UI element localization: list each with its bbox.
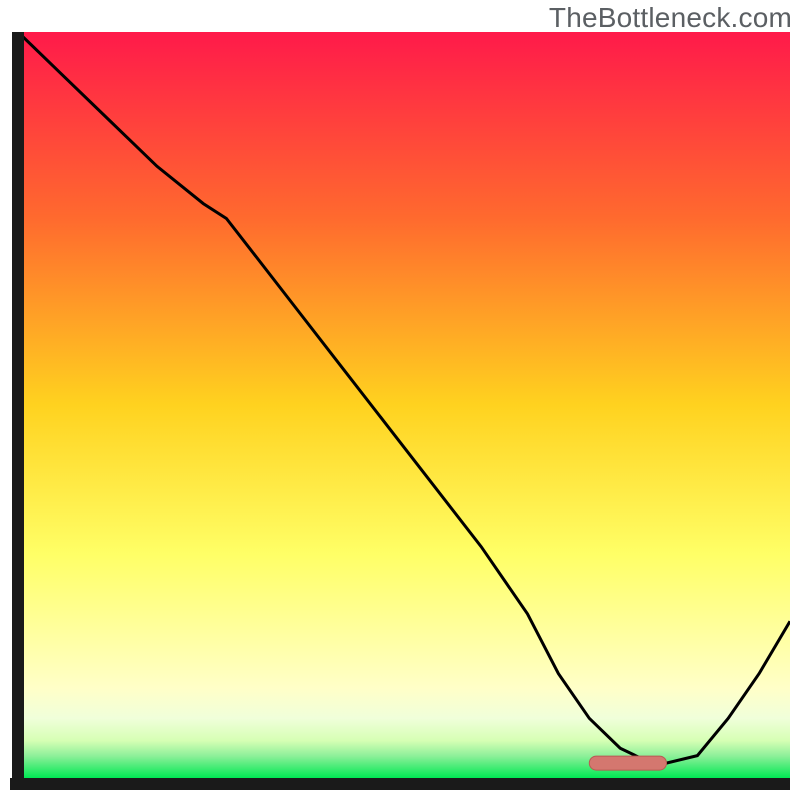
bottleneck-chart: TheBottleneck.com <box>0 0 800 800</box>
optimum-marker <box>589 756 666 770</box>
watermark-text: TheBottleneck.com <box>549 2 792 34</box>
chart-svg <box>10 32 790 790</box>
plot-area <box>10 32 790 790</box>
